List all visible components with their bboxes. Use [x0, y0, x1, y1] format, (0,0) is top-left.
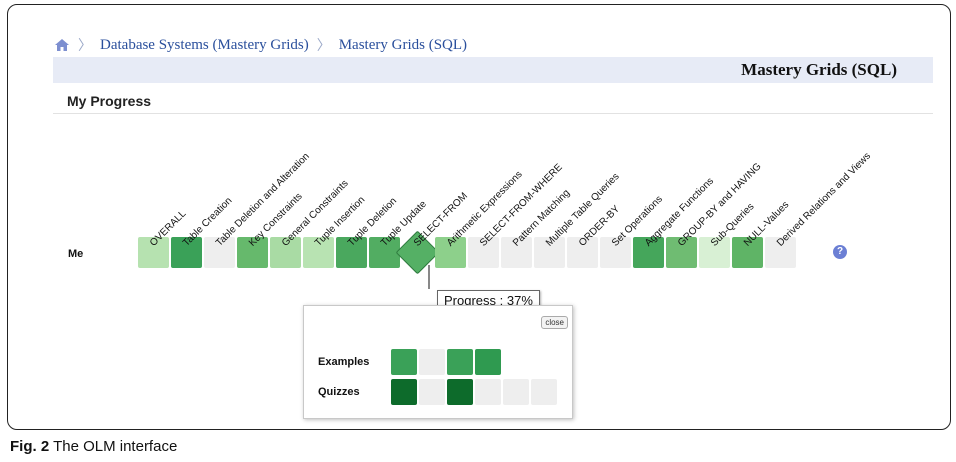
example-cell[interactable]: [475, 349, 501, 375]
tooltip-pointer: [428, 265, 430, 289]
home-icon[interactable]: [54, 37, 70, 53]
quiz-cell[interactable]: [475, 379, 501, 405]
help-icon[interactable]: ?: [833, 245, 847, 259]
quizzes-label: Quizzes: [318, 386, 360, 398]
figure-caption: Fig. 2 The OLM interface: [10, 438, 177, 455]
title-bar: Mastery Grids (SQL): [53, 57, 933, 83]
quiz-cell[interactable]: [531, 379, 557, 405]
quiz-cell[interactable]: [391, 379, 417, 405]
section-heading: My Progress: [67, 93, 152, 109]
page-title: Mastery Grids (SQL): [741, 60, 897, 79]
breadcrumb: 〉 Database Systems (Mastery Grids) 〉 Mas…: [54, 33, 467, 57]
quiz-cell[interactable]: [447, 379, 473, 405]
breadcrumb-separator: 〉: [78, 39, 92, 54]
breadcrumb-separator: 〉: [316, 39, 331, 54]
grid-row-label: Me: [68, 248, 84, 260]
example-cell[interactable]: [419, 349, 445, 375]
example-cell[interactable]: [391, 349, 417, 375]
activity-popup: close Examples Quizzes: [303, 305, 573, 419]
close-button[interactable]: close: [541, 316, 568, 329]
figure-number: Fig. 2: [10, 438, 50, 455]
topic-label: Derived Relations and Views: [775, 150, 874, 249]
figure-caption-text: The OLM interface: [49, 438, 178, 455]
breadcrumb-link-database-systems[interactable]: Database Systems (Mastery Grids): [100, 37, 309, 54]
olm-window: 〉 Database Systems (Mastery Grids) 〉 Mas…: [7, 4, 951, 430]
quiz-cell[interactable]: [419, 379, 445, 405]
divider: [53, 113, 933, 114]
examples-label: Examples: [318, 356, 370, 368]
quiz-cell[interactable]: [503, 379, 529, 405]
example-cell[interactable]: [447, 349, 473, 375]
breadcrumb-link-mastery-grids-sql[interactable]: Mastery Grids (SQL): [339, 37, 467, 54]
